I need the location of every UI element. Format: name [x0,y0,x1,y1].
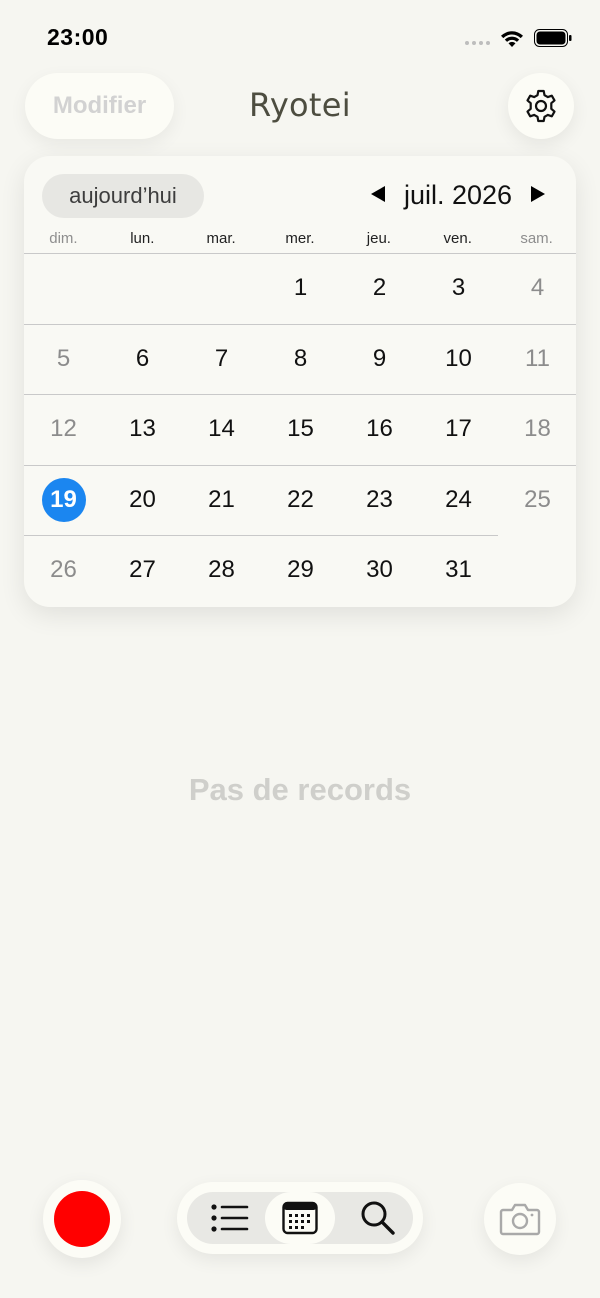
calendar-day[interactable]: 31 [419,536,498,606]
record-button[interactable] [43,1180,121,1258]
weekday-label: sam. [520,230,553,247]
calendar-day-number: 1 [293,274,308,301]
calendar-day-number: 21 [208,485,235,513]
calendar-day-number: 28 [208,556,235,583]
tab-list[interactable] [195,1192,265,1244]
previous-month-button[interactable] [366,182,390,208]
triangle-right-icon [531,185,545,202]
calendar-day-number: 20 [129,485,156,513]
weekday-label: ven. [443,230,472,247]
weekday-header: dim. lun. mar. mer. jeu. ven. sam. [24,230,576,252]
calendar-day-number: 12 [50,415,77,442]
calendar-day[interactable]: 20 [103,466,182,536]
tab-search[interactable] [343,1192,413,1244]
calendar-day-number: 14 [208,415,235,442]
calendar-day-number: 3 [451,274,466,301]
calendar-day-number: 29 [287,556,314,583]
calendar-day-number: 9 [372,344,387,372]
calendar-day[interactable]: 11 [498,325,576,395]
calendar-card: aujourd’hui juil. 2026 dim. lun. mar. me… [24,156,576,607]
calendar-day-number: 15 [287,415,314,442]
calendar-day-number: 16 [366,415,393,442]
calendar-day-number: 11 [525,344,550,372]
calendar-day[interactable]: 15 [261,395,340,465]
calendar-day[interactable]: 19 [24,466,103,536]
camera-button[interactable] [484,1183,556,1255]
calendar-day[interactable]: 7 [182,325,261,395]
search-icon [361,1201,395,1235]
calendar-day-number: 4 [530,274,545,301]
calendar-day-number: 6 [135,344,150,372]
tab-bar-inner [187,1192,413,1244]
calendar-day[interactable]: 18 [498,395,576,465]
calendar-day-number: 17 [445,415,472,442]
calendar-day-number: 25 [524,485,551,513]
calendar-day[interactable]: 2 [340,254,419,324]
calendar-day-number: 2 [372,274,387,301]
weekday-label: dim. [49,230,78,247]
calendar-day[interactable]: 29 [261,536,340,606]
settings-button[interactable] [508,73,574,139]
calendar-day[interactable]: 21 [182,466,261,536]
calendar-day[interactable]: 9 [340,325,419,395]
calendar-day[interactable]: 30 [340,536,419,606]
camera-icon [499,1203,541,1236]
calendar-day[interactable]: 23 [340,466,419,536]
calendar-day[interactable]: 17 [419,395,498,465]
calendar-day-number: 7 [214,344,229,372]
weekday-label: lun. [130,230,155,247]
calendar-day-number: 10 [445,344,472,372]
calendar-day-number: 26 [50,556,77,583]
calendar-day[interactable]: 12 [24,395,103,465]
calendar-day[interactable]: 1 [261,254,340,324]
status-time: 23:00 [47,24,109,50]
calendar-day[interactable]: 8 [261,325,340,395]
calendar-day[interactable]: 22 [261,466,340,536]
calendar-day[interactable]: 3 [419,254,498,324]
month-label: juil. 2026 [403,180,513,210]
calendar-day[interactable]: 5 [24,325,103,395]
calendar-day[interactable]: 25 [498,466,576,536]
cellular-signal-icon [465,41,490,45]
weekday-label: mer. [285,230,315,247]
tab-bar [177,1182,423,1254]
calendar-day[interactable]: 26 [24,536,103,606]
calendar-day-number: 8 [293,344,308,372]
tab-calendar[interactable] [265,1192,335,1244]
calendar-day[interactable]: 27 [103,536,182,606]
calendar-day[interactable]: 16 [340,395,419,465]
list-icon [211,1204,249,1232]
calendar-day[interactable]: 24 [419,466,498,536]
weekday-label: mar. [206,230,236,247]
gear-icon [526,89,556,123]
calendar-day-number: 18 [524,415,551,442]
today-button[interactable]: aujourd’hui [42,174,204,218]
calendar-day-number: 19 [41,477,86,522]
calendar-day[interactable]: 4 [498,254,576,324]
calendar-day[interactable]: 14 [182,395,261,465]
calendar-day-number: 30 [366,556,393,583]
wifi-icon [501,31,523,47]
calendar-day-number: 27 [129,556,156,583]
calendar-day-number: 5 [56,344,71,372]
edit-button[interactable]: Modifier [25,73,174,139]
calendar-day[interactable]: 6 [103,325,182,395]
app-title: Ryotei [249,86,351,124]
status-bar: 23:00 [0,0,600,70]
calendar-icon [282,1201,318,1235]
calendar-day-number: 13 [129,415,156,442]
calendar-day[interactable]: 28 [182,536,261,606]
calendar-day-number: 24 [445,485,472,513]
battery-icon [534,29,572,47]
empty-state-message: Pas de records [188,772,412,807]
calendar-day-number: 22 [287,485,314,513]
triangle-left-icon [371,185,385,202]
weekday-label: jeu. [366,230,391,247]
next-month-button[interactable] [526,182,550,208]
calendar-day[interactable]: 13 [103,395,182,465]
record-icon [54,1191,110,1247]
calendar-day[interactable]: 10 [419,325,498,395]
calendar-day-number: 31 [445,556,472,583]
calendar-day-number: 23 [366,485,393,513]
